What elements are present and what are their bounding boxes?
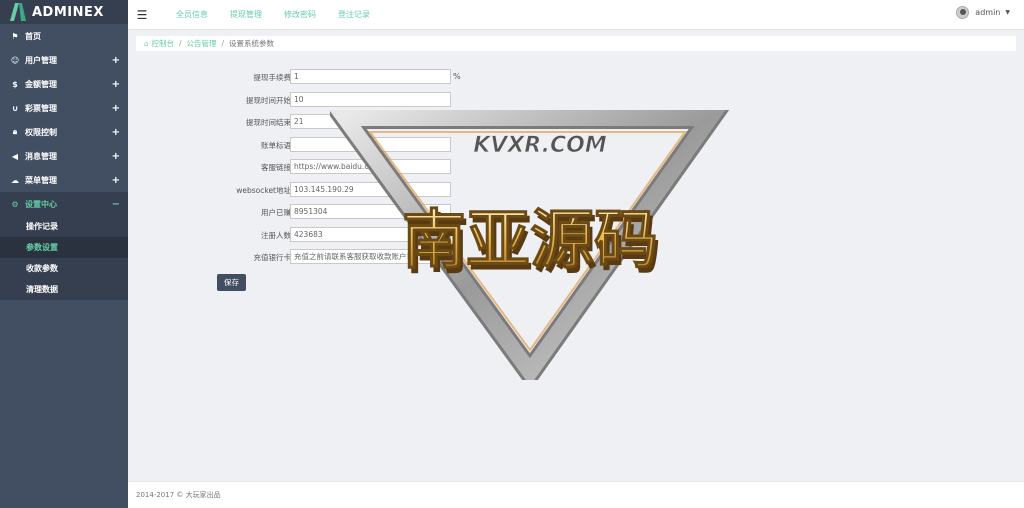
sidebar: ADMINEX ⚑ 首页 ☺ 用户管理 + $ 金额管理 + ∪ 彩票管理 + …: [0, 0, 128, 508]
submenu-item-payment-params[interactable]: 收款参数: [0, 258, 128, 279]
breadcrumb-home[interactable]: 控制台: [151, 38, 174, 49]
sidebar-item-label: 首页: [25, 31, 41, 41]
form-row-register-count: 注册人数: [136, 224, 636, 247]
form-row-fee: 提现手续费 %: [136, 66, 636, 89]
menu-toggle-icon[interactable]: ☰: [128, 0, 156, 30]
avatar: [956, 6, 970, 19]
form-row-service-link: 客服链接: [136, 156, 636, 179]
field-label: 注册人数: [261, 230, 291, 240]
bullhorn-icon: ◀: [11, 151, 19, 161]
username: admin: [975, 8, 1001, 17]
sidebar-item-messages[interactable]: ◀ 消息管理 +: [0, 144, 128, 168]
settings-submenu: 操作记录 参数设置 收款参数 清理数据: [0, 216, 128, 300]
percent-unit: %: [453, 72, 461, 81]
breadcrumb-separator: /: [221, 39, 225, 48]
sidebar-item-label: 金额管理: [25, 79, 57, 89]
form-row-withdraw-end: 提现时间结束: [136, 111, 636, 134]
user-earned-input[interactable]: [290, 204, 451, 219]
sidebar-item-label: 消息管理: [25, 151, 57, 161]
top-link-withdraw[interactable]: 提现管理: [230, 9, 262, 20]
sidebar-item-menus[interactable]: ☁ 菜单管理 +: [0, 168, 128, 192]
expand-icon: +: [111, 78, 120, 90]
top-link-member-info[interactable]: 全员信息: [176, 9, 208, 20]
expand-icon: +: [111, 102, 120, 114]
field-label: 用户已赚: [261, 208, 291, 217]
register-count-input[interactable]: [290, 226, 451, 242]
lock-icon: 🔒︎: [12, 127, 18, 136]
sidebar-item-users[interactable]: ☺ 用户管理 +: [0, 48, 128, 72]
user-circle-icon: ☺: [10, 55, 20, 65]
dollar-icon: $: [12, 79, 18, 89]
bill-slogan-input[interactable]: [290, 136, 451, 152]
logo-text: ADMINEX: [32, 4, 104, 20]
field-label: websocket地址: [236, 185, 291, 195]
form-row-user-earned: 用户已赚: [136, 201, 636, 224]
submenu-item-clean-data[interactable]: 清理数据: [0, 279, 128, 300]
flag-icon: ⚑: [11, 31, 19, 41]
field-label: 客服链接: [261, 163, 291, 172]
top-link-change-password[interactable]: 修改密码: [284, 9, 316, 20]
form-row-websocket: websocket地址: [136, 179, 636, 202]
expand-icon: +: [111, 150, 120, 162]
collapse-icon: −: [111, 198, 120, 210]
form-row-bill-slogan: 账单标语: [136, 134, 636, 157]
top-nav: 全员信息 提现管理 修改密码 登注记录: [176, 9, 392, 20]
field-label: 账单标语: [261, 140, 291, 150]
submenu-item-operation-log[interactable]: 操作记录: [0, 216, 128, 237]
sidebar-item-label: 彩票管理: [25, 103, 57, 113]
sidebar-item-label: 设置中心: [25, 199, 57, 209]
sidebar-item-settings[interactable]: ⚙ 设置中心 −: [0, 192, 128, 216]
sidebar-item-label: 权限控制: [25, 127, 57, 137]
save-button[interactable]: 保存: [217, 274, 246, 291]
sidebar-item-label: 用户管理: [25, 55, 57, 65]
settings-form: 提现手续费 % 提现时间开始 提现时间结束 账单标语 客服链接 websocke…: [136, 66, 636, 269]
websocket-input[interactable]: [290, 181, 451, 197]
field-label: 充值银行卡: [253, 253, 292, 262]
breadcrumb: ⌂ 控制台 / 公告管理 / 设置系统参数: [136, 36, 1016, 51]
form-row-withdraw-start: 提现时间开始: [136, 89, 636, 112]
field-label: 提现手续费: [253, 73, 292, 82]
logo-mark-icon: [10, 3, 26, 21]
caret-down-icon: ▼: [1005, 9, 1010, 16]
sidebar-item-money[interactable]: $ 金额管理 +: [0, 72, 128, 96]
sidebar-item-lottery[interactable]: ∪ 彩票管理 +: [0, 96, 128, 120]
sidebar-nav: ⚑ 首页 ☺ 用户管理 + $ 金额管理 + ∪ 彩票管理 + 🔒︎ 权限控制 …: [0, 24, 128, 216]
user-menu[interactable]: admin ▼: [956, 6, 1010, 19]
service-link-input[interactable]: [290, 159, 451, 174]
expand-icon: +: [111, 126, 120, 138]
magnet-icon: ∪: [11, 103, 19, 113]
footer-copyright: 2014-2017 © 大玩家出品: [136, 491, 221, 499]
breadcrumb-separator: /: [178, 39, 182, 48]
breadcrumb-current: 设置系统参数: [229, 39, 275, 48]
form-row-bank-card: 充值银行卡: [136, 246, 636, 269]
submenu-item-parameters[interactable]: 参数设置: [0, 237, 128, 258]
sidebar-item-permissions[interactable]: 🔒︎ 权限控制 +: [0, 120, 128, 144]
sidebar-item-label: 菜单管理: [25, 175, 57, 185]
home-icon: ⌂: [144, 39, 149, 48]
footer: 2014-2017 © 大玩家出品: [128, 481, 1024, 508]
top-bar: ☰ 全员信息 提现管理 修改密码 登注记录 admin ▼: [128, 0, 1024, 30]
withdraw-end-input[interactable]: [290, 114, 451, 129]
top-link-bet-records[interactable]: 登注记录: [338, 9, 370, 20]
field-label: 提现时间开始: [246, 95, 291, 105]
withdraw-fee-input[interactable]: [290, 69, 451, 84]
cloud-icon: ☁: [11, 175, 19, 185]
gear-icon: ⚙: [11, 199, 19, 209]
field-label: 提现时间结束: [246, 118, 291, 127]
sidebar-item-home[interactable]: ⚑ 首页: [0, 24, 128, 48]
bank-card-input[interactable]: [290, 249, 451, 264]
breadcrumb-section[interactable]: 公告管理: [186, 38, 216, 49]
expand-icon: +: [111, 174, 120, 186]
expand-icon: +: [111, 54, 120, 66]
withdraw-start-input[interactable]: [290, 91, 451, 107]
logo[interactable]: ADMINEX: [0, 0, 128, 24]
